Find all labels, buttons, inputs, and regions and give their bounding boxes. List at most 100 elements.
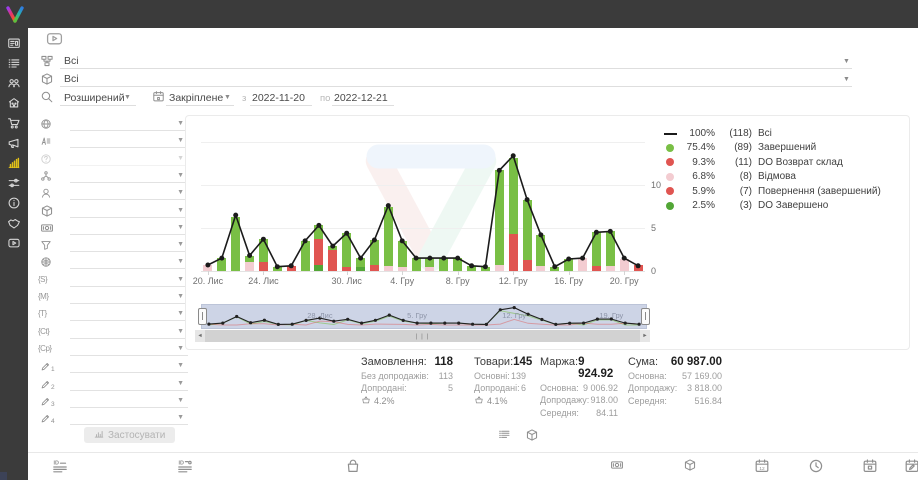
custom-field-3-field[interactable] xyxy=(70,407,188,408)
custom-field-1-field[interactable] xyxy=(70,372,188,373)
date-mode-caret-icon[interactable]: ▼ xyxy=(224,94,231,101)
bar-day-19[interactable] xyxy=(467,266,476,271)
sidebar-item-orders-icon[interactable] xyxy=(0,54,28,72)
sort-field[interactable] xyxy=(70,147,188,148)
report-products-icon[interactable] xyxy=(683,458,697,477)
status-filter-value[interactable]: Всі xyxy=(64,55,79,67)
legend-item[interactable]: 75.4%(89)Завершений xyxy=(663,141,903,156)
scrollbar-right-arrow-icon[interactable]: ► xyxy=(640,330,650,342)
sidebar-item-info-icon[interactable] xyxy=(0,194,28,212)
status-filter-caret-icon[interactable]: ▼ xyxy=(843,58,850,65)
filter-row-structure[interactable]: ▼ xyxy=(38,168,188,185)
filter-row-utm-medium[interactable]: {M}▼ xyxy=(38,289,188,306)
product-caret-icon[interactable]: ▼ xyxy=(177,207,184,214)
utm-source-field[interactable] xyxy=(70,286,188,287)
filter-row-utm-content[interactable]: {Ct}▼ xyxy=(38,324,188,341)
bar-day-7[interactable] xyxy=(301,241,310,271)
bar-day-9[interactable] xyxy=(328,246,337,271)
report-money-icon[interactable] xyxy=(610,458,624,477)
bar-day-29[interactable] xyxy=(606,231,615,271)
custom-field-2-caret-icon[interactable]: ▼ xyxy=(177,380,184,387)
bar-day-4[interactable] xyxy=(259,239,268,271)
bar-day-22[interactable] xyxy=(509,158,518,272)
utm-medium-caret-icon[interactable]: ▼ xyxy=(177,293,184,300)
filter-row-help[interactable]: ▼ xyxy=(38,151,188,168)
bar-day-30[interactable] xyxy=(620,259,629,271)
navigator-right-handle[interactable] xyxy=(641,308,650,325)
filter-row-custom-field-2[interactable]: 2▼ xyxy=(38,376,188,393)
bar-day-24[interactable] xyxy=(536,235,545,271)
search-mode-value[interactable]: Розширений xyxy=(64,92,125,104)
report-id-status-icon[interactable]: ID xyxy=(177,458,193,479)
sidebar-item-video-lessons-icon[interactable] xyxy=(0,234,28,252)
bar-day-11[interactable] xyxy=(356,258,365,271)
bar-day-26[interactable] xyxy=(564,259,573,271)
search-mode-field[interactable] xyxy=(60,105,136,106)
report-calendar-edit-icon[interactable] xyxy=(904,458,918,479)
bar-day-20[interactable] xyxy=(481,267,490,271)
help-caret-icon[interactable]: ▼ xyxy=(177,155,184,162)
view-list-icon[interactable] xyxy=(498,428,511,446)
custom-field-2-field[interactable] xyxy=(70,390,188,391)
sidebar-item-analytics-icon[interactable] xyxy=(0,154,28,172)
sidebar-item-clients-icon[interactable] xyxy=(0,74,28,92)
bar-day-6[interactable] xyxy=(287,266,296,271)
report-bag-icon[interactable] xyxy=(345,458,361,479)
bar-day-25[interactable] xyxy=(550,267,559,271)
structure-caret-icon[interactable]: ▼ xyxy=(177,172,184,179)
bar-day-17[interactable] xyxy=(439,258,448,271)
date-from-field[interactable] xyxy=(250,105,312,106)
web-source-field[interactable] xyxy=(70,268,188,269)
view-products-icon[interactable] xyxy=(525,428,539,447)
bar-day-28[interactable] xyxy=(592,232,601,271)
utm-term-field[interactable] xyxy=(70,320,188,321)
filter-row-utm-source[interactable]: {S}▼ xyxy=(38,272,188,289)
report-time-icon[interactable] xyxy=(808,458,824,479)
help-field[interactable] xyxy=(70,165,188,166)
custom-field-4-caret-icon[interactable]: ▼ xyxy=(177,414,184,421)
bar-day-3[interactable] xyxy=(245,256,254,271)
bar-day-12[interactable] xyxy=(370,240,379,271)
date-mode-value[interactable]: Закріплене xyxy=(169,92,223,104)
navigator-left-handle[interactable] xyxy=(198,308,207,325)
legend-item[interactable]: 100%(118)Всі xyxy=(663,126,903,141)
report-id-list-icon[interactable]: ID xyxy=(52,458,68,479)
filter-row-country[interactable]: ▼ xyxy=(38,116,188,133)
filter-row-utm-term[interactable]: {T}▼ xyxy=(38,306,188,323)
manager-caret-icon[interactable]: ▼ xyxy=(177,189,184,196)
report-calendar-icon[interactable]: 12 xyxy=(754,458,770,479)
structure-field[interactable] xyxy=(70,182,188,183)
manager-field[interactable] xyxy=(70,199,188,200)
sidebar-item-partners-icon[interactable] xyxy=(0,214,28,232)
legend-item[interactable]: 6.8%(8)Відмова xyxy=(663,170,903,185)
payment-field[interactable] xyxy=(70,234,188,235)
utm-source-caret-icon[interactable]: ▼ xyxy=(177,276,184,283)
date-from-value[interactable]: 2022-11-20 xyxy=(252,92,305,104)
sidebar-item-cart-icon[interactable] xyxy=(0,114,28,132)
custom-field-3-caret-icon[interactable]: ▼ xyxy=(177,397,184,404)
product-filter-value[interactable]: Всі xyxy=(64,73,79,85)
sidebar-item-settings-icon[interactable] xyxy=(0,174,28,192)
utm-content-caret-icon[interactable]: ▼ xyxy=(177,328,184,335)
web-source-caret-icon[interactable]: ▼ xyxy=(177,258,184,265)
bar-day-27[interactable] xyxy=(578,258,587,271)
bar-day-8[interactable] xyxy=(314,225,323,271)
payment-caret-icon[interactable]: ▼ xyxy=(177,224,184,231)
utm-term-caret-icon[interactable]: ▼ xyxy=(177,310,184,317)
date-mode-field[interactable] xyxy=(166,105,234,106)
status-filter-field[interactable] xyxy=(60,68,852,69)
legend-item[interactable]: 2.5%(3)DO Завершено xyxy=(663,199,903,214)
sort-caret-icon[interactable]: ▼ xyxy=(177,137,184,144)
legend-item[interactable]: 5.9%(7)Повернення (завершений) xyxy=(663,184,903,199)
chart-plot-area[interactable] xyxy=(201,131,645,271)
range-navigator[interactable]: 28. Лис5. Гру12. Гру19. Гру xyxy=(201,304,647,329)
utm-campaign-field[interactable] xyxy=(70,355,188,356)
filter-row-custom-field-4[interactable]: 4▼ xyxy=(38,410,188,427)
product-filter-field[interactable] xyxy=(60,86,852,87)
filter-row-sort[interactable]: ▼ xyxy=(38,133,188,150)
bar-day-14[interactable] xyxy=(398,241,407,271)
apply-button[interactable]: Застосувати xyxy=(84,427,175,443)
custom-field-1-caret-icon[interactable]: ▼ xyxy=(177,362,184,369)
bar-day-18[interactable] xyxy=(453,258,462,271)
legend-item[interactable]: 9.3%(11)DO Возврат склад xyxy=(663,155,903,170)
